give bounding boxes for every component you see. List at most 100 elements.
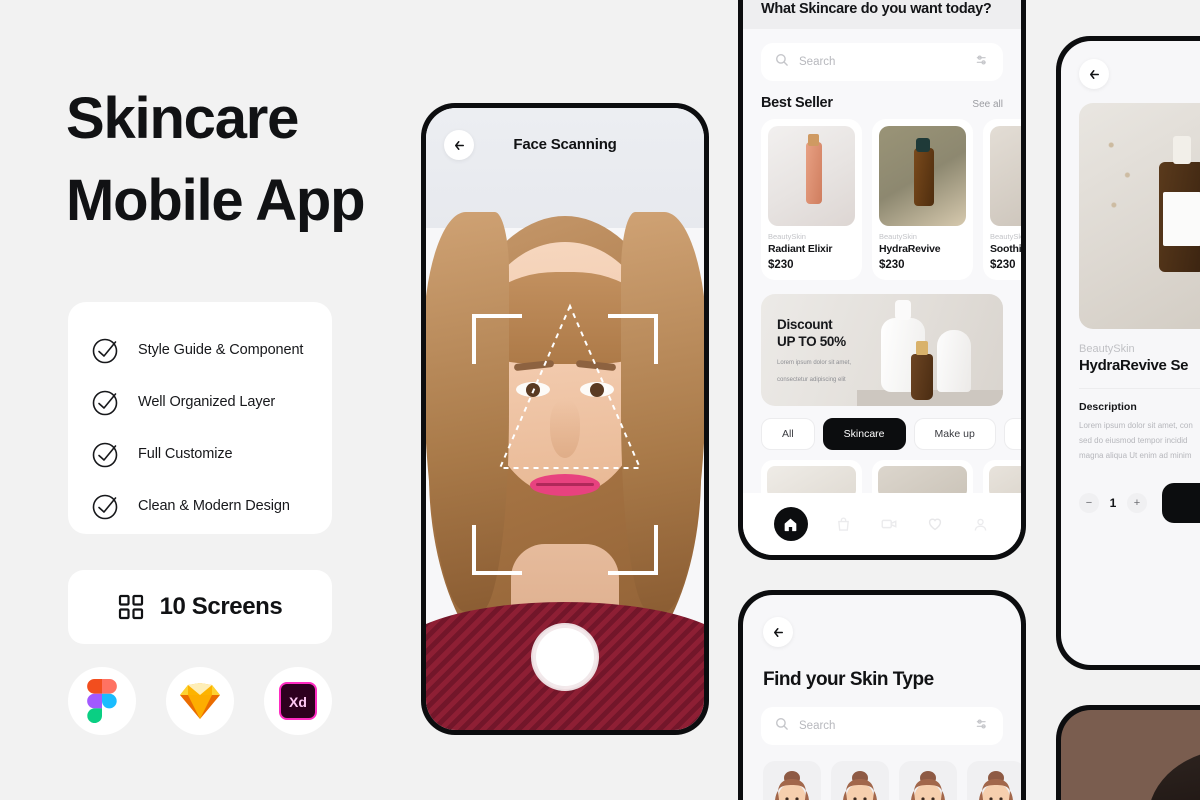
list-item: Clean & Modern Design xyxy=(68,480,332,532)
search-input[interactable]: Search xyxy=(761,707,1003,745)
page-title: Find your Skin Type xyxy=(763,669,934,690)
banner-subtext-line-2: consectetur adipiscing elit xyxy=(777,376,846,383)
category-chip-makeup[interactable]: Make up xyxy=(913,418,996,450)
product-brand: BeautySkin xyxy=(990,232,1021,241)
product-card[interactable]: BeautySkin HydraRevive $230 xyxy=(872,119,973,280)
page-title: Face Scanning xyxy=(513,136,617,153)
product-brand: BeautySkin xyxy=(1079,343,1135,355)
product-detail-screen: BeautySkin HydraRevive Se Description Lo… xyxy=(1061,41,1200,665)
scan-bracket-bottom-left xyxy=(472,525,522,575)
scan-bracket-bottom-right xyxy=(608,525,658,575)
tab-bag[interactable] xyxy=(833,514,853,534)
product-bottle xyxy=(1159,135,1200,272)
phone-partial-bottom-right xyxy=(1056,705,1200,800)
section-title: Best Seller xyxy=(761,95,833,111)
add-to-cart-button[interactable] xyxy=(1162,483,1200,524)
product-brand: BeautySkin xyxy=(768,232,806,241)
product-card[interactable]: BeautySkin Soothing $230 xyxy=(983,119,1021,280)
list-item: Style Guide & Component xyxy=(68,324,332,376)
discount-banner[interactable]: Discount UP TO 50% Lorem ipsum dolor sit… xyxy=(761,294,1003,406)
check-circle-icon xyxy=(90,334,122,366)
phone-product-detail: BeautySkin HydraRevive Se Description Lo… xyxy=(1056,36,1200,670)
home-header: What Skincare do you want today? xyxy=(743,0,1021,29)
back-button[interactable] xyxy=(763,617,793,647)
best-seller-header: Best Seller See all xyxy=(743,81,1021,119)
category-chip-all[interactable]: All xyxy=(761,418,815,450)
category-chip-partial[interactable]: P xyxy=(1003,418,1021,450)
figma-logo xyxy=(68,667,136,735)
product-list: BeautySkin Radiant Elixir $230 BeautySki… xyxy=(743,119,1021,280)
description-line-1: Lorem ipsum dolor sit amet, con xyxy=(1079,421,1193,430)
feature-label: Style Guide & Component xyxy=(138,342,304,358)
camera-shutter-button[interactable] xyxy=(536,628,594,686)
model-hair xyxy=(1148,749,1200,800)
category-chip-skincare[interactable]: Skincare xyxy=(822,418,906,450)
detail-header xyxy=(1061,41,1200,89)
quantity-increment-button[interactable]: + xyxy=(1127,493,1147,514)
home-icon xyxy=(784,518,797,531)
tab-video[interactable] xyxy=(879,514,899,534)
face-avatar-1[interactable] xyxy=(763,761,821,800)
tab-profile[interactable] xyxy=(970,514,990,534)
product-hero-image xyxy=(1079,103,1200,329)
banner-tube xyxy=(937,330,971,392)
adobe-xd-logo: Xd xyxy=(264,667,332,735)
dried-flower-decor xyxy=(1095,121,1149,241)
product-brand: BeautySkin xyxy=(879,232,917,241)
product-image xyxy=(879,126,966,226)
product-name: HydraRevive xyxy=(879,243,941,255)
search-icon xyxy=(775,53,789,72)
face-avatar-2[interactable] xyxy=(831,761,889,800)
banner-dropper-bottle xyxy=(911,341,933,400)
partial-screen xyxy=(1061,710,1200,800)
hero-block: Skincare Mobile App xyxy=(66,78,406,243)
face-scanning-screen: Face Scanning xyxy=(426,108,704,730)
shopping-bag-icon xyxy=(837,516,849,531)
see-all-link[interactable]: See all xyxy=(972,99,1003,110)
search-input[interactable]: Search xyxy=(761,43,1003,81)
tool-logos: Xd xyxy=(68,667,332,735)
back-button[interactable] xyxy=(1079,59,1109,89)
list-item: Well Organized Layer xyxy=(68,376,332,428)
check-circle-icon xyxy=(90,438,122,470)
face-avatar-3[interactable] xyxy=(899,761,957,800)
phone-skin-type: Find your Skin Type Search xyxy=(738,590,1026,800)
banner-subtext-line-1: Lorem ipsum dolor sit amet, xyxy=(777,359,852,366)
filter-icon[interactable] xyxy=(975,717,989,736)
product-price: $230 xyxy=(879,259,905,271)
product-name: Soothing xyxy=(990,243,1021,255)
screens-count-card: 10 Screens xyxy=(68,570,332,644)
feature-label: Clean & Modern Design xyxy=(138,498,290,514)
banner-heading-line-1: Discount xyxy=(777,317,833,332)
heart-icon xyxy=(928,518,941,531)
description-line-3: magna aliqua Ut enim ad minim xyxy=(1079,450,1192,460)
product-card[interactable]: BeautySkin Radiant Elixir $230 xyxy=(761,119,862,280)
bottom-tab-bar xyxy=(743,493,1021,555)
check-circle-icon xyxy=(90,386,122,418)
person-icon xyxy=(974,518,986,531)
description-title: Description xyxy=(1079,401,1137,413)
home-screen: What Skincare do you want today? Search … xyxy=(743,0,1021,555)
filter-icon[interactable] xyxy=(975,53,989,72)
tab-wishlist[interactable] xyxy=(925,514,945,534)
banner-text: Discount UP TO 50% Lorem ipsum dolor sit… xyxy=(777,316,887,385)
tab-home[interactable] xyxy=(773,507,808,541)
svg-text:Xd: Xd xyxy=(289,694,307,710)
detail-footer: − 1 + xyxy=(1061,463,1200,524)
poster-stage: Skincare Mobile App Style Guide & Compon… xyxy=(0,0,1200,800)
page-title: Skincare Mobile App xyxy=(66,78,406,243)
sketch-logo xyxy=(166,667,234,735)
product-price: $230 xyxy=(990,259,1016,271)
quantity-decrement-button[interactable]: − xyxy=(1079,493,1099,514)
scan-bracket-top-left xyxy=(472,314,522,364)
feature-list-card: Style Guide & Component Well Organized L… xyxy=(68,302,332,534)
category-chip-list: All Skincare Make up P xyxy=(743,406,1021,450)
feature-label: Full Customize xyxy=(138,446,233,462)
grid-icon xyxy=(118,594,144,620)
greeting-text: What Skincare do you want today? xyxy=(761,1,992,17)
product-name: HydraRevive Se xyxy=(1079,357,1189,374)
face-avatar-4[interactable] xyxy=(967,761,1021,800)
scan-bracket-top-right xyxy=(608,314,658,364)
feature-label: Well Organized Layer xyxy=(138,394,276,410)
product-name: Radiant Elixir xyxy=(768,243,833,255)
